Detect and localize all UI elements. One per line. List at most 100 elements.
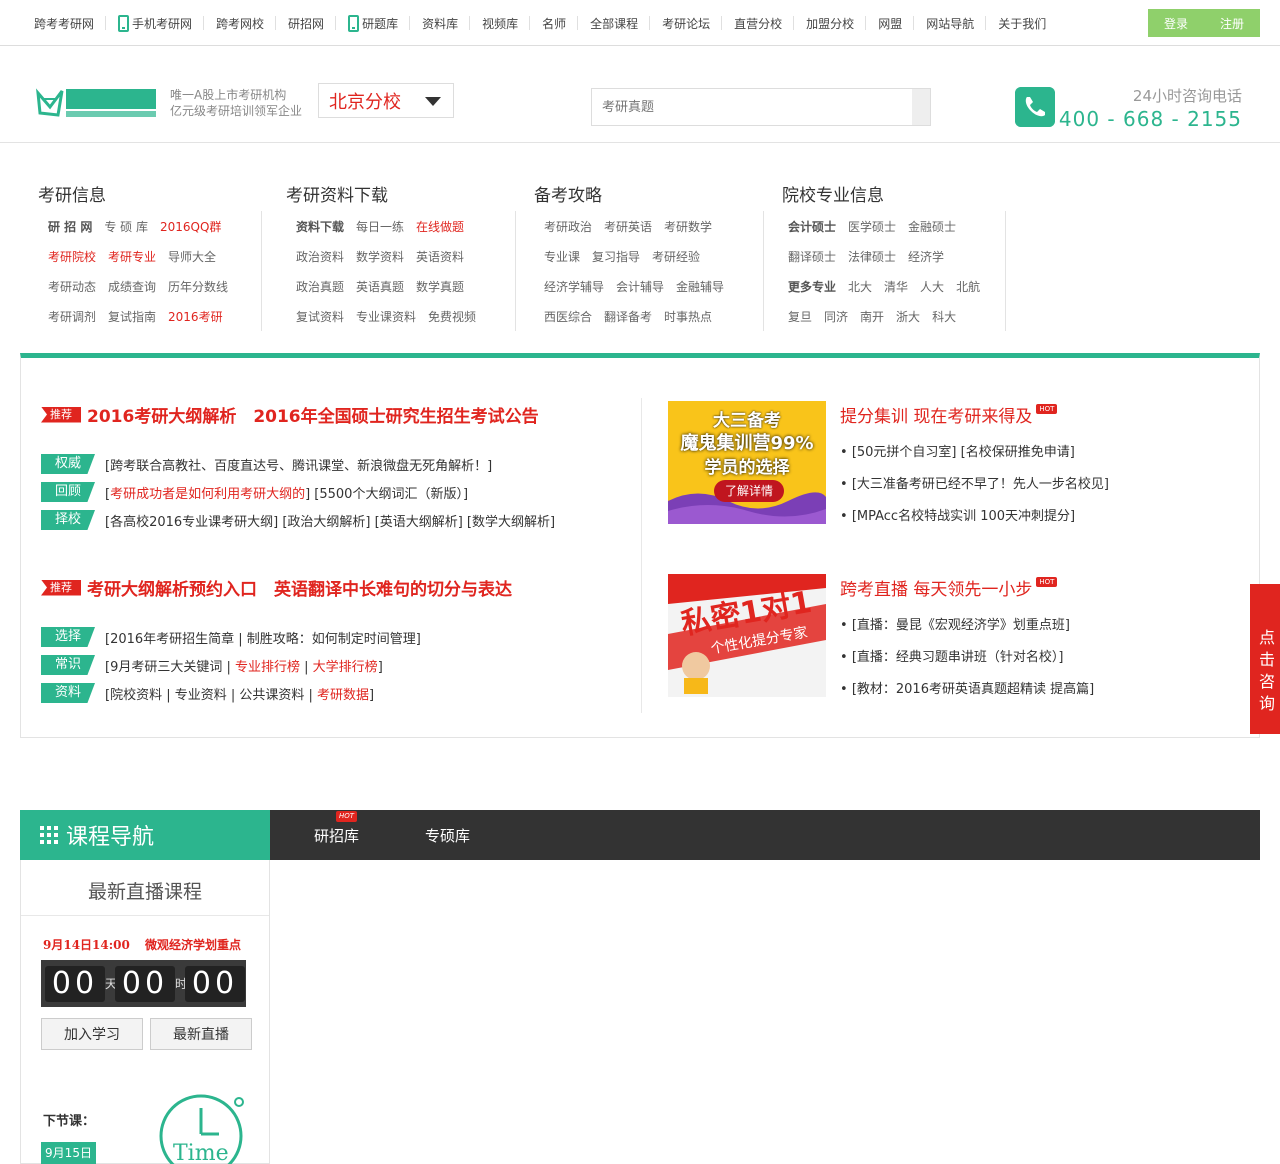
cat-link[interactable]: 专 硕 库 [104,218,148,235]
cat-link[interactable]: 西医综合 [544,308,592,325]
cat-link[interactable]: 医学硕士 [848,218,896,235]
cat-link[interactable]: 英语资料 [416,248,464,265]
cat-link[interactable]: 政治真题 [296,278,344,295]
cat-link[interactable]: 数学资料 [356,248,404,265]
topnav-forum[interactable]: 考研论坛 [650,0,723,46]
cat-link[interactable]: 南开 [860,308,884,325]
cat-link[interactable]: 考研数学 [664,218,712,235]
topnav-tiku[interactable]: 研题库 [336,0,411,46]
tab-zhuanshuoku[interactable]: 专硕库 [425,825,470,846]
topnav-yanzhao[interactable]: 研招网 [276,0,337,46]
consult-floating-button[interactable]: 点击咨询 [1250,584,1280,734]
ad-banner-bootcamp[interactable]: 大三备考 魔鬼集训营99% 学员的选择 了解详情 [668,401,826,524]
cat-link[interactable]: 时事热点 [664,308,712,325]
cat-link[interactable]: 考研政治 [544,218,592,235]
kuakao-logo[interactable] [36,85,160,121]
cat-link[interactable]: 复习指导 [592,248,640,265]
cat-link[interactable]: 考研动态 [48,278,96,295]
right-item[interactable]: • [教材：2016考研英语真题超精读 提高篇] [840,678,1094,697]
hotline-number[interactable]: 400 - 668 - 2155 [1059,107,1242,131]
join-study-button[interactable]: 加入学习 [41,1018,143,1050]
cat-link[interactable]: 会计辅导 [616,278,664,295]
right-item[interactable]: • [50元拼个自习室] [名校保研推免申请] [840,441,1109,460]
cat-link[interactable]: 翻译备考 [604,308,652,325]
cat-link[interactable]: 人大 [920,278,944,295]
cat-link[interactable]: 每日一练 [356,218,404,235]
right-title[interactable]: 提分集训 现在考研来得及 HOT [840,402,1109,427]
cat-link[interactable]: 金融辅导 [676,278,724,295]
cat-link[interactable]: 政治资料 [296,248,344,265]
right-title[interactable]: 跨考直播 每天领先一小步 HOT [840,575,1094,600]
cat-link[interactable]: 浙大 [896,308,920,325]
topnav-kuakao[interactable]: 跨考考研网 [22,0,107,46]
cat-link[interactable]: 免费视频 [428,308,476,325]
cat-link[interactable]: 成绩查询 [108,278,156,295]
cat-link[interactable]: 在线做题 [416,218,464,235]
topnav-mobile[interactable]: 手机考研网 [106,0,205,46]
cat-link[interactable]: 导师大全 [168,248,216,265]
right-item[interactable]: • [直播：曼昆《宏观经济学》划重点班] [840,614,1094,633]
cat-link[interactable]: 专业课资料 [356,308,416,325]
cat-link[interactable]: 历年分数线 [168,278,228,295]
news-row[interactable]: 常识 [9月考研三大关键词 | 专业排行榜 | 大学排行榜] [41,655,383,675]
cat-link[interactable]: 考研经验 [652,248,700,265]
ad-detail-button[interactable]: 了解详情 [714,480,784,502]
cat-link[interactable]: 资料下载 [296,218,344,235]
headline-2[interactable]: 推荐 考研大纲解析预约入口 英语翻译中长难句的切分与表达 [41,575,512,600]
city-select[interactable]: 北京分校 [318,83,454,118]
cat-link[interactable]: 数学真题 [416,278,464,295]
search-button[interactable] [912,89,930,125]
news-row[interactable]: 回顾 [考研成功者是如何利用考研大纲的] [5500个大纲词汇（新版）] [41,482,468,502]
tab-yanzhaoku[interactable]: 研招库 HOT [292,810,381,846]
cat-link[interactable]: 科大 [932,308,956,325]
live-course-name[interactable]: 微观经济学划重点 [145,936,241,953]
cat-link[interactable]: 复试资料 [296,308,344,325]
topnav-jiameng[interactable]: 加盟分校 [794,0,867,46]
topnav-courses[interactable]: 全部课程 [578,0,651,46]
topnav-sitemap[interactable]: 网站导航 [914,0,987,46]
news-row[interactable]: 择校 [各高校2016专业课考研大纲] [政治大纲解析] [英语大纲解析] [数… [41,510,555,530]
register-button[interactable]: 注册 [1204,9,1260,37]
right-item[interactable]: • [直播：经典习题串讲班（针对名校）] [840,646,1094,665]
cat-link[interactable]: 英语真题 [356,278,404,295]
cat-link[interactable]: 同济 [824,308,848,325]
cat-link[interactable]: 复试指南 [108,308,156,325]
cat-link[interactable]: 考研调剂 [48,308,96,325]
cat-link[interactable]: 考研专业 [108,248,156,265]
cat-link[interactable]: 复旦 [788,308,812,325]
cat-link[interactable]: 清华 [884,278,908,295]
topnav-wangxiao[interactable]: 跨考网校 [204,0,277,46]
topnav-mingshi[interactable]: 名师 [530,0,579,46]
cat-link[interactable]: 北大 [848,278,872,295]
headline-1[interactable]: 推荐 2016考研大纲解析 2016年全国硕士研究生招生考试公告 [41,402,539,427]
cat-link[interactable]: 翻译硕士 [788,248,836,265]
cat-link[interactable]: 经济学辅导 [544,278,604,295]
news-row[interactable]: 资料 [院校资料 | 专业资料 | 公共课资料 | 考研数据] [41,683,374,703]
cat-link[interactable]: 专业课 [544,248,580,265]
cat-link[interactable]: 2016考研 [168,308,223,325]
cat-link[interactable]: 考研英语 [604,218,652,235]
right-item[interactable]: • [MPAcc名校特战实训 100天冲刺提分] [840,505,1109,524]
topnav-about[interactable]: 关于我们 [986,0,1058,46]
topnav-ziliao[interactable]: 资料库 [410,0,471,46]
cat-link[interactable]: 金融硕士 [908,218,956,235]
topnav-shipin[interactable]: 视频库 [470,0,531,46]
cat-link[interactable]: 更多专业 [788,278,836,295]
cat-link[interactable]: 考研院校 [48,248,96,265]
right-item[interactable]: • [大三准备考研已经不早了！先人一步名校见] [840,473,1109,492]
login-button[interactable]: 登录 [1148,9,1204,37]
news-row[interactable]: 选择 [2016年考研招生简章 | 制胜攻略：如何制定时间管理] [41,627,421,647]
cat-link[interactable]: 经济学 [908,248,944,265]
search-input[interactable] [592,89,914,125]
cat-link[interactable]: 会计硕士 [788,218,836,235]
cat-link[interactable]: 北航 [956,278,980,295]
ad-banner-one-on-one[interactable]: 私密1对1 个性化提分专家 [668,574,826,697]
topnav-wangmeng[interactable]: 网盟 [866,0,915,46]
cat-link[interactable]: 法律硕士 [848,248,896,265]
column-divider [641,398,642,713]
news-row[interactable]: 权威 [跨考联合高教社、百度直达号、腾讯课堂、新浪微盘无死角解析！] [41,454,492,474]
cat-link[interactable]: 2016QQ群 [160,218,221,235]
topnav-zhiying[interactable]: 直营分校 [722,0,795,46]
cat-link[interactable]: 研 招 网 [48,218,92,235]
latest-live-button[interactable]: 最新直播 [150,1018,252,1050]
